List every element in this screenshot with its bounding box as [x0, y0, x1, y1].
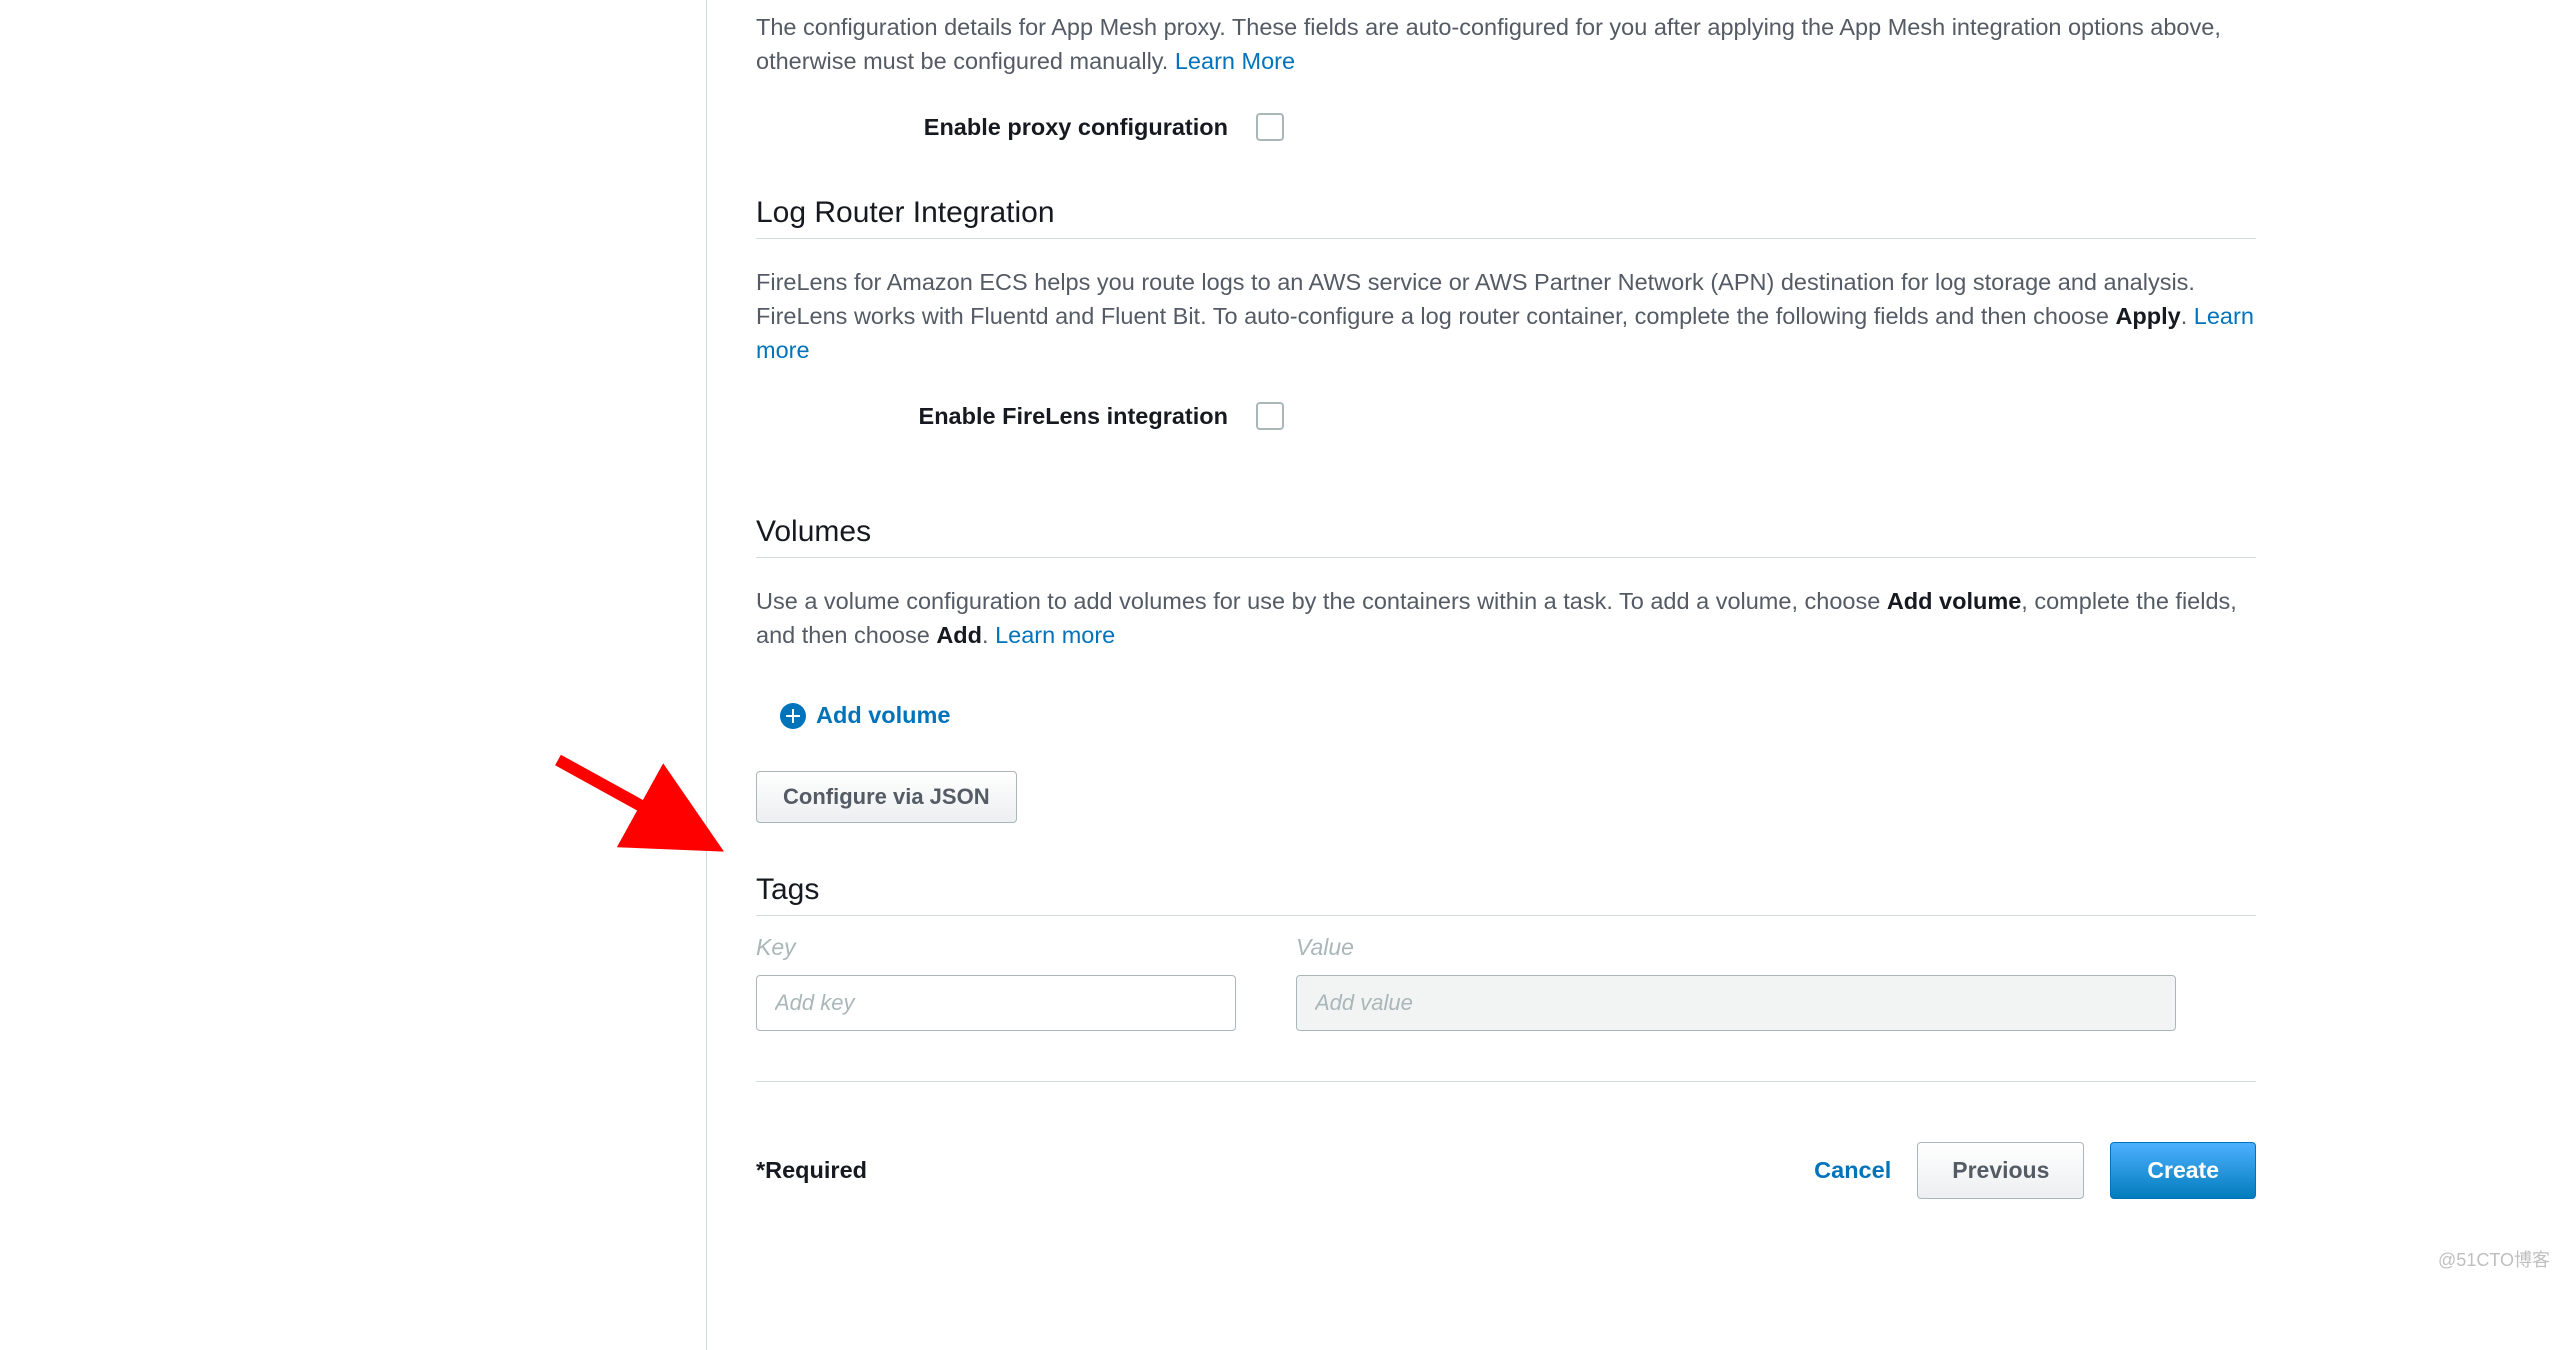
enable-proxy-row: Enable proxy configuration — [756, 113, 2256, 141]
log-router-description: FireLens for Amazon ECS helps you route … — [756, 255, 2256, 367]
add-volume-button[interactable]: Add volume — [780, 702, 2256, 729]
enable-proxy-label: Enable proxy configuration — [756, 114, 1256, 141]
app-mesh-learn-more-link[interactable]: Learn More — [1175, 48, 1295, 74]
enable-firelens-row: Enable FireLens integration — [756, 402, 2256, 430]
enable-firelens-label: Enable FireLens integration — [756, 403, 1256, 430]
required-label: *Required — [756, 1157, 867, 1184]
cancel-button[interactable]: Cancel — [1814, 1157, 1891, 1184]
main-content: The configuration details for App Mesh p… — [706, 0, 2286, 1199]
volumes-desc-suffix: . — [982, 622, 995, 648]
volumes-heading: Volumes — [756, 515, 2256, 558]
create-button[interactable]: Create — [2110, 1142, 2256, 1199]
tags-value-label: Value — [1296, 934, 2176, 961]
add-volume-label: Add volume — [816, 702, 950, 729]
log-router-desc-suffix: . — [2181, 303, 2194, 329]
footer-divider — [756, 1081, 2256, 1082]
enable-firelens-checkbox[interactable] — [1256, 402, 1284, 430]
tags-value-column: Value — [1296, 934, 2176, 1031]
tags-key-label: Key — [756, 934, 1236, 961]
log-router-heading: Log Router Integration — [756, 196, 2256, 239]
volumes-desc-prefix: Use a volume configuration to add volume… — [756, 588, 1887, 614]
watermark: @51CTO博客 — [2438, 1246, 2550, 1272]
tags-key-column: Key — [756, 934, 1236, 1031]
enable-proxy-checkbox[interactable] — [1256, 113, 1284, 141]
volumes-bold-add: Add — [936, 622, 982, 648]
volumes-description: Use a volume configuration to add volume… — [756, 574, 2256, 652]
footer-row: *Required Cancel Previous Create — [756, 1142, 2256, 1199]
tag-key-input[interactable] — [756, 975, 1236, 1031]
volumes-bold-add-volume: Add volume — [1887, 588, 2021, 614]
app-mesh-description: The configuration details for App Mesh p… — [756, 0, 2256, 78]
footer-actions: Cancel Previous Create — [1814, 1142, 2256, 1199]
volumes-learn-more-link[interactable]: Learn more — [995, 622, 1115, 648]
plus-circle-icon — [780, 703, 806, 729]
configure-via-json-button[interactable]: Configure via JSON — [756, 771, 1017, 823]
tags-heading: Tags — [756, 873, 2256, 916]
previous-button[interactable]: Previous — [1917, 1142, 2084, 1199]
tag-value-input[interactable] — [1296, 975, 2176, 1031]
log-router-apply-word: Apply — [2115, 303, 2180, 329]
app-mesh-description-text: The configuration details for App Mesh p… — [756, 14, 2221, 74]
log-router-desc-prefix: FireLens for Amazon ECS helps you route … — [756, 269, 2195, 329]
tags-input-row: Key Value — [756, 934, 2256, 1031]
